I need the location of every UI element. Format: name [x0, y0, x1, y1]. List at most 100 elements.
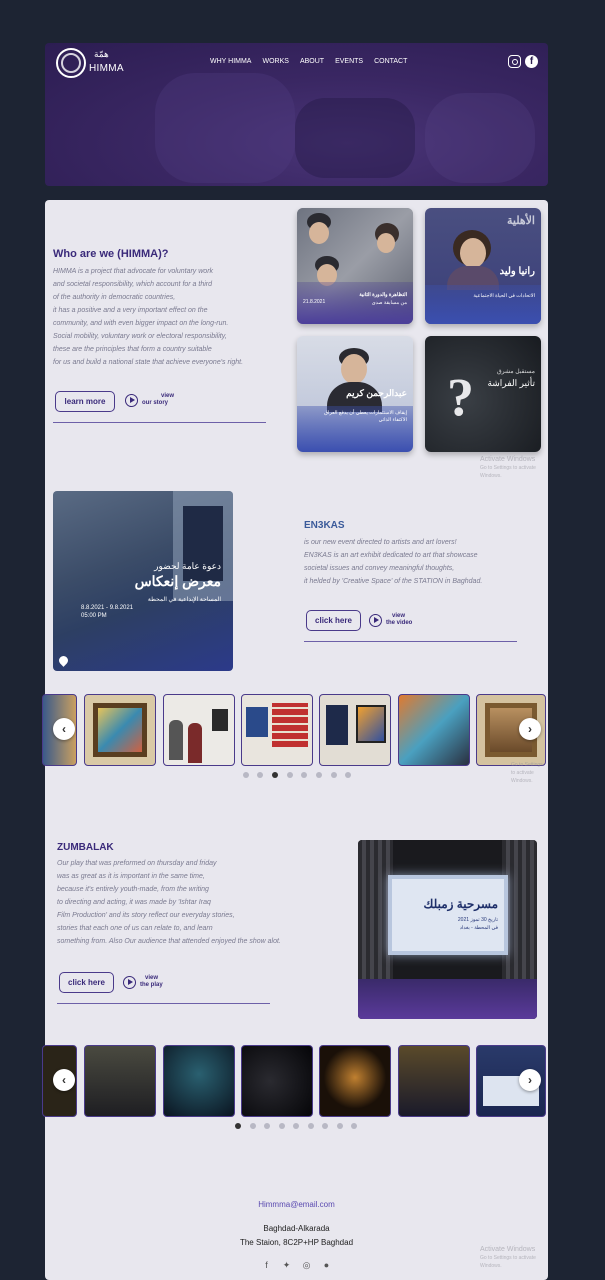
- event-card[interactable]: التظاهرة والدورة الثانية من مسابقة صدى 2…: [297, 208, 413, 324]
- carousel-dot-active[interactable]: [235, 1123, 241, 1129]
- nav-events[interactable]: EVENTS: [335, 58, 363, 65]
- carousel-dot[interactable]: [287, 772, 293, 778]
- carousel-dot[interactable]: [243, 772, 249, 778]
- gallery-thumbnail[interactable]: [163, 1045, 235, 1117]
- event-card[interactable]: عبدالرحمن كريم إيقاف الاستثمارات يعطي أن…: [297, 336, 413, 452]
- instagram-icon[interactable]: [508, 55, 521, 68]
- carousel-dot[interactable]: [316, 772, 322, 778]
- chat-icon[interactable]: ●: [322, 1260, 331, 1271]
- en3kas-poster[interactable]: دعوة عامة لحضور معرض إنعكاس المساحة الإب…: [53, 491, 233, 671]
- logo-icon[interactable]: [56, 48, 86, 78]
- gallery-thumbnail[interactable]: [319, 694, 391, 766]
- poster-invite: دعوة عامة لحضور: [154, 561, 221, 571]
- gallery-thumbnail[interactable]: [241, 1045, 313, 1117]
- gallery-thumbnail[interactable]: [398, 1045, 470, 1117]
- card-title: رانيا وليد: [499, 266, 535, 277]
- poster-place: المساحة الإبداعية في المحطة: [147, 597, 221, 603]
- en3kas-title: EN3KAS: [304, 520, 345, 531]
- zumbalak-title: ZUMBALAK: [57, 842, 114, 853]
- poster-board: مسرحية زمبلك تاريخ 30 تموز 2021 في المحط…: [388, 875, 508, 955]
- carousel-prev-button[interactable]: ‹: [53, 1069, 75, 1091]
- zumbalak-poster[interactable]: مسرحية زمبلك تاريخ 30 تموز 2021 في المحط…: [358, 840, 537, 1019]
- gallery-thumbnail[interactable]: [398, 694, 470, 766]
- learn-more-button[interactable]: learn more: [55, 391, 115, 412]
- view-video-link[interactable]: view the video: [369, 613, 412, 627]
- carousel-dot[interactable]: [293, 1123, 299, 1129]
- carousel-dot[interactable]: [322, 1123, 328, 1129]
- carousel-dot[interactable]: [308, 1123, 314, 1129]
- view-label: view: [161, 393, 175, 399]
- card-subtitle: إيقاف الاستثمارات يعطي أن يدفع العراق ال…: [324, 410, 407, 423]
- carousel-dot[interactable]: [301, 772, 307, 778]
- play-icon: [125, 393, 138, 407]
- gallery-thumbnail[interactable]: [163, 694, 235, 766]
- carousel-dot[interactable]: [257, 772, 263, 778]
- carousel-dot[interactable]: [337, 1123, 343, 1129]
- nav-why-himma[interactable]: WHY HIMMA: [210, 58, 251, 65]
- view-label: our story: [142, 400, 169, 406]
- carousel-dot[interactable]: [250, 1123, 256, 1129]
- zumbalak-description: Our play that was preformed on thursday …: [57, 857, 312, 948]
- card-title: عبدالرحمن كريم: [346, 388, 407, 398]
- event-card[interactable]: الأهلية رانيا وليد الاتحادات في الحياة ا…: [425, 208, 541, 324]
- twitter-icon[interactable]: ✦: [282, 1260, 291, 1271]
- gallery-thumbnail[interactable]: [241, 694, 313, 766]
- header-social: f: [508, 55, 538, 68]
- carousel-next-button[interactable]: ›: [519, 718, 541, 740]
- about-line: it has a positive and a very important e…: [53, 307, 208, 314]
- nav-about[interactable]: ABOUT: [300, 58, 324, 65]
- divider: [57, 1003, 270, 1004]
- carousel-prev-button[interactable]: ‹: [53, 718, 75, 740]
- instagram-icon[interactable]: ◎: [302, 1260, 311, 1271]
- zumbalak-line: because it's entirely youth-made, from t…: [57, 886, 209, 893]
- facebook-icon[interactable]: f: [262, 1260, 271, 1271]
- en3kas-click-here-button[interactable]: click here: [306, 610, 361, 631]
- gallery-thumbnail[interactable]: [319, 1045, 391, 1117]
- gallery-thumbnail[interactable]: [84, 694, 156, 766]
- view-label: view: [145, 975, 159, 981]
- play-icon: [369, 613, 382, 627]
- address-line: The Staion, 8C2P+HP Baghdad: [239, 1238, 354, 1247]
- zumbalak-click-here-button[interactable]: click here: [59, 972, 114, 993]
- en3kas-line: is our new event directed to artists and…: [304, 539, 457, 546]
- carousel-dot[interactable]: [331, 772, 337, 778]
- card-subtitle: الاتحادات في الحياة الاجتماعية: [473, 293, 535, 299]
- address-line: Baghdad-Alkarada: [263, 1224, 330, 1233]
- about-line: Social mobility, voluntary work or elect…: [53, 333, 227, 340]
- card-title: تأثير الفراشة: [487, 378, 535, 388]
- card-title: التظاهرة والدورة الثانية: [359, 292, 407, 298]
- carousel-dot[interactable]: [351, 1123, 357, 1129]
- nav-works[interactable]: WORKS: [262, 58, 288, 65]
- windows-watermark: Activate Windows Go to Settings to activ…: [480, 1246, 548, 1270]
- watermark-line: Activate Windows: [480, 456, 536, 463]
- play-icon: [123, 975, 136, 989]
- about-line: for us and build a national state that a…: [53, 359, 244, 366]
- carousel-dot[interactable]: [264, 1123, 270, 1129]
- about-line: these are the principles that form a cou…: [53, 346, 212, 353]
- carousel-dot[interactable]: [279, 1123, 285, 1129]
- footer-social: f ✦ ◎ ●: [262, 1260, 331, 1271]
- view-our-story-link[interactable]: view our story: [125, 393, 174, 407]
- contact-email-link[interactable]: Himmma@email.com: [45, 1200, 548, 1209]
- watermark-line: Go to Settings to activate Windows.: [480, 1255, 536, 1269]
- hero-background-shape: [155, 73, 295, 183]
- en3kas-line: EN3KAS is an art exhibit dedicated to ar…: [304, 552, 478, 559]
- about-title: Who are we (HIMMA)?: [53, 248, 169, 260]
- poster-dates: 8.8.2021 - 9.8.2021: [81, 605, 134, 611]
- about-line: HIMMA is a project that advocate for vol…: [53, 268, 214, 275]
- facebook-icon[interactable]: f: [525, 55, 538, 68]
- divider: [304, 641, 517, 642]
- windows-watermark: Activate Windows Go to Settings to activ…: [480, 456, 548, 480]
- view-play-link[interactable]: view the play: [123, 975, 163, 989]
- carousel-dot[interactable]: [345, 772, 351, 778]
- carousel-next-button[interactable]: ›: [519, 1069, 541, 1091]
- view-label: the video: [386, 620, 413, 626]
- carousel-dot-active[interactable]: [272, 772, 278, 778]
- hero-header: همّة HIMMA WHY HIMMA WORKS ABOUT EVENTS …: [45, 43, 548, 186]
- nav-contact[interactable]: CONTACT: [374, 58, 407, 65]
- card-subtitle: من مسابقة صدى: [371, 300, 407, 306]
- gallery-thumbnail[interactable]: [84, 1045, 156, 1117]
- zumbalak-line: Film Production' and its story reflect o…: [57, 912, 235, 919]
- event-card[interactable]: ? مستقبل مشرق تأثير الفراشة: [425, 336, 541, 452]
- hero-background-shape: [295, 98, 415, 178]
